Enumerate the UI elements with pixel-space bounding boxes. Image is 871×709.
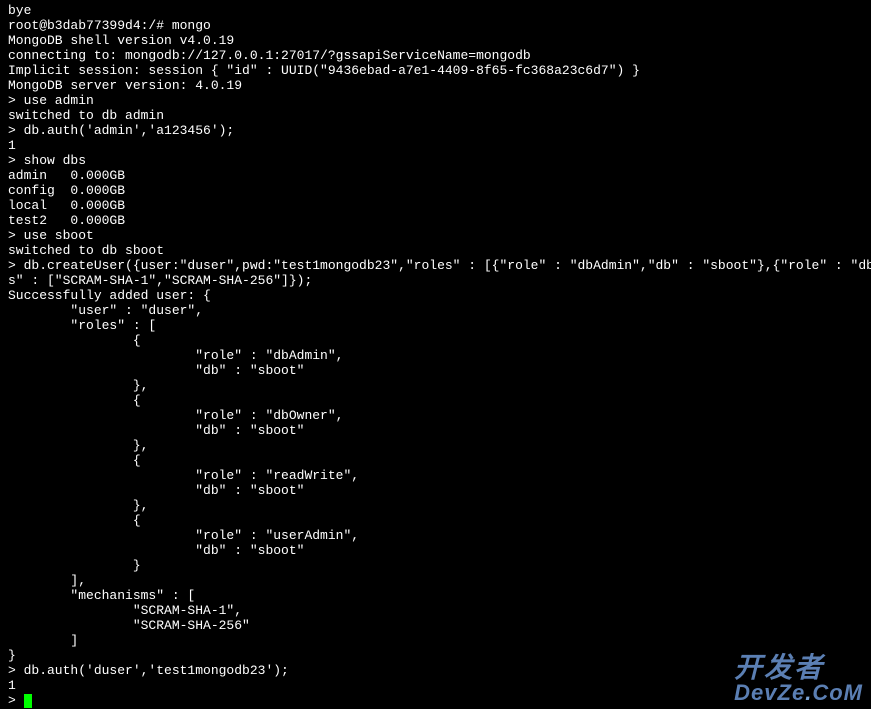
terminal-line: { bbox=[8, 514, 863, 529]
terminal-line: "role" : "dbOwner", bbox=[8, 409, 863, 424]
terminal-line: } bbox=[8, 649, 863, 664]
terminal-line: "role" : "readWrite", bbox=[8, 469, 863, 484]
terminal-line: "SCRAM-SHA-1", bbox=[8, 604, 863, 619]
terminal-line: s" : ["SCRAM-SHA-1","SCRAM-SHA-256"]}); bbox=[8, 274, 863, 289]
terminal-line: 1 bbox=[8, 139, 863, 154]
terminal-line: ], bbox=[8, 574, 863, 589]
terminal-line: MongoDB server version: 4.0.19 bbox=[8, 79, 863, 94]
terminal-line: Successfully added user: { bbox=[8, 289, 863, 304]
terminal-line: > db.createUser({user:"duser",pwd:"test1… bbox=[8, 259, 863, 274]
terminal-line: } bbox=[8, 559, 863, 574]
terminal-line: }, bbox=[8, 379, 863, 394]
terminal-line: }, bbox=[8, 439, 863, 454]
terminal-line: { bbox=[8, 454, 863, 469]
terminal-line: root@b3dab77399d4:/# mongo bbox=[8, 19, 863, 34]
terminal-line: }, bbox=[8, 499, 863, 514]
terminal-line: "mechanisms" : [ bbox=[8, 589, 863, 604]
terminal-line: > use sboot bbox=[8, 229, 863, 244]
terminal-line: "db" : "sboot" bbox=[8, 484, 863, 499]
terminal-line: 1 bbox=[8, 679, 863, 694]
terminal-line: "user" : "duser", bbox=[8, 304, 863, 319]
terminal-output[interactable]: byeroot@b3dab77399d4:/# mongoMongoDB she… bbox=[8, 4, 863, 709]
terminal-line: > bbox=[8, 694, 863, 709]
terminal-line: config 0.000GB bbox=[8, 184, 863, 199]
terminal-line: > show dbs bbox=[8, 154, 863, 169]
terminal-line: "db" : "sboot" bbox=[8, 544, 863, 559]
terminal-line: > db.auth('admin','a123456'); bbox=[8, 124, 863, 139]
terminal-line: "roles" : [ bbox=[8, 319, 863, 334]
terminal-line: "role" : "userAdmin", bbox=[8, 529, 863, 544]
terminal-line: connecting to: mongodb://127.0.0.1:27017… bbox=[8, 49, 863, 64]
terminal-line: > use admin bbox=[8, 94, 863, 109]
terminal-line: { bbox=[8, 394, 863, 409]
terminal-line: "SCRAM-SHA-256" bbox=[8, 619, 863, 634]
terminal-line: "db" : "sboot" bbox=[8, 424, 863, 439]
terminal-line: test2 0.000GB bbox=[8, 214, 863, 229]
terminal-line: admin 0.000GB bbox=[8, 169, 863, 184]
terminal-line: bye bbox=[8, 4, 863, 19]
terminal-line: ] bbox=[8, 634, 863, 649]
terminal-line: "role" : "dbAdmin", bbox=[8, 349, 863, 364]
terminal-line: MongoDB shell version v4.0.19 bbox=[8, 34, 863, 49]
terminal-line: { bbox=[8, 334, 863, 349]
terminal-line: switched to db sboot bbox=[8, 244, 863, 259]
terminal-line: Implicit session: session { "id" : UUID(… bbox=[8, 64, 863, 79]
terminal-line: > db.auth('duser','test1mongodb23'); bbox=[8, 664, 863, 679]
terminal-line: switched to db admin bbox=[8, 109, 863, 124]
terminal-line: "db" : "sboot" bbox=[8, 364, 863, 379]
terminal-line: local 0.000GB bbox=[8, 199, 863, 214]
